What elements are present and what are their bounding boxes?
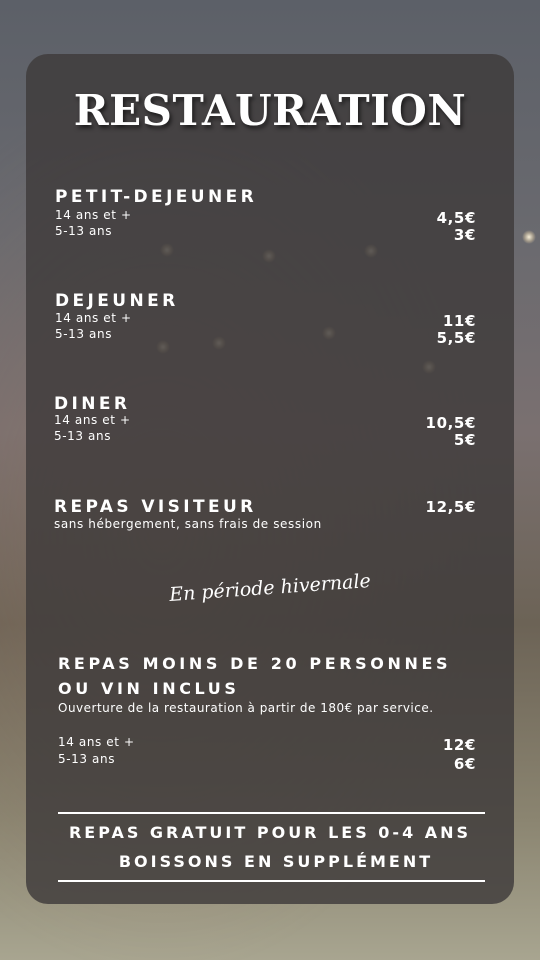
age-line-adult: 14 ans et +: [55, 208, 132, 222]
price-child: 6€: [453, 755, 476, 773]
age-line-child: 5-13 ans: [55, 327, 113, 341]
footer-drinks: BOISSONS EN SUPPLÉMENT: [118, 852, 434, 871]
price-adult: 10,5€: [425, 414, 476, 432]
age-line-adult: 14 ans et +: [54, 413, 131, 427]
divider-top: [58, 812, 485, 814]
divider-bottom: [58, 880, 485, 882]
menu-card: [26, 54, 514, 904]
footer-free-meal: REPAS GRATUIT POUR LES 0-4 ANS: [68, 823, 472, 842]
section-title-petit-dejeuner: PETIT-DEJEUNER: [55, 187, 258, 207]
age-line-adult: 14 ans et +: [55, 311, 132, 325]
section-title-repas-visiteur: REPAS VISITEUR: [54, 497, 257, 517]
section-title-winter-line2: OU VIN INCLUS: [58, 679, 240, 698]
age-line-child: 5-13 ans: [55, 224, 113, 238]
price-child: 5€: [453, 431, 476, 449]
page-title: RESTAURATION: [73, 86, 467, 135]
age-line-adult: 14 ans et +: [58, 735, 135, 749]
section-title-dejeuner: DEJEUNER: [55, 291, 179, 311]
price-adult: 4,5€: [436, 209, 476, 227]
age-line-child: 5-13 ans: [54, 429, 112, 443]
string-light: [522, 230, 536, 244]
price-adult: 12€: [442, 736, 476, 754]
visiteur-subtitle: sans hébergement, sans frais de session: [54, 517, 322, 531]
price-child: 3€: [453, 226, 476, 244]
section-title-diner: DINER: [54, 394, 131, 414]
price-visiteur: 12,5€: [425, 498, 476, 516]
section-title-winter-line1: REPAS MOINS DE 20 PERSONNES: [58, 654, 452, 673]
price-child: 5,5€: [436, 329, 476, 347]
winter-subtitle: Ouverture de la restauration à partir de…: [58, 701, 434, 715]
age-line-child: 5-13 ans: [58, 752, 116, 766]
price-adult: 11€: [442, 312, 476, 330]
